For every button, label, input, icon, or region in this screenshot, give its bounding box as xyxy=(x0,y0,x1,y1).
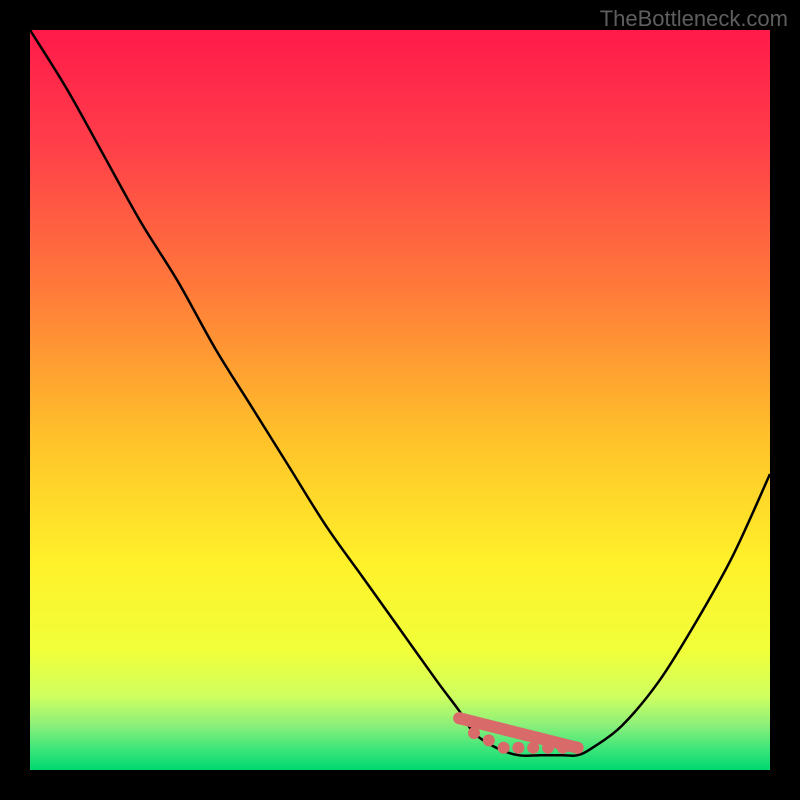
marker-dot xyxy=(527,742,539,754)
marker-dot xyxy=(542,742,554,754)
watermark-text: TheBottleneck.com xyxy=(600,6,788,32)
marker-dot xyxy=(557,742,569,754)
marker-dot xyxy=(483,734,495,746)
marker-dot xyxy=(453,712,465,724)
plot-area xyxy=(30,30,770,770)
optimal-range-markers xyxy=(453,712,583,754)
marker-dot xyxy=(512,742,524,754)
marker-dot xyxy=(572,742,584,754)
marker-dot xyxy=(498,742,510,754)
marker-dot xyxy=(468,727,480,739)
curve-layer xyxy=(30,30,770,770)
bottleneck-curve xyxy=(30,30,770,756)
